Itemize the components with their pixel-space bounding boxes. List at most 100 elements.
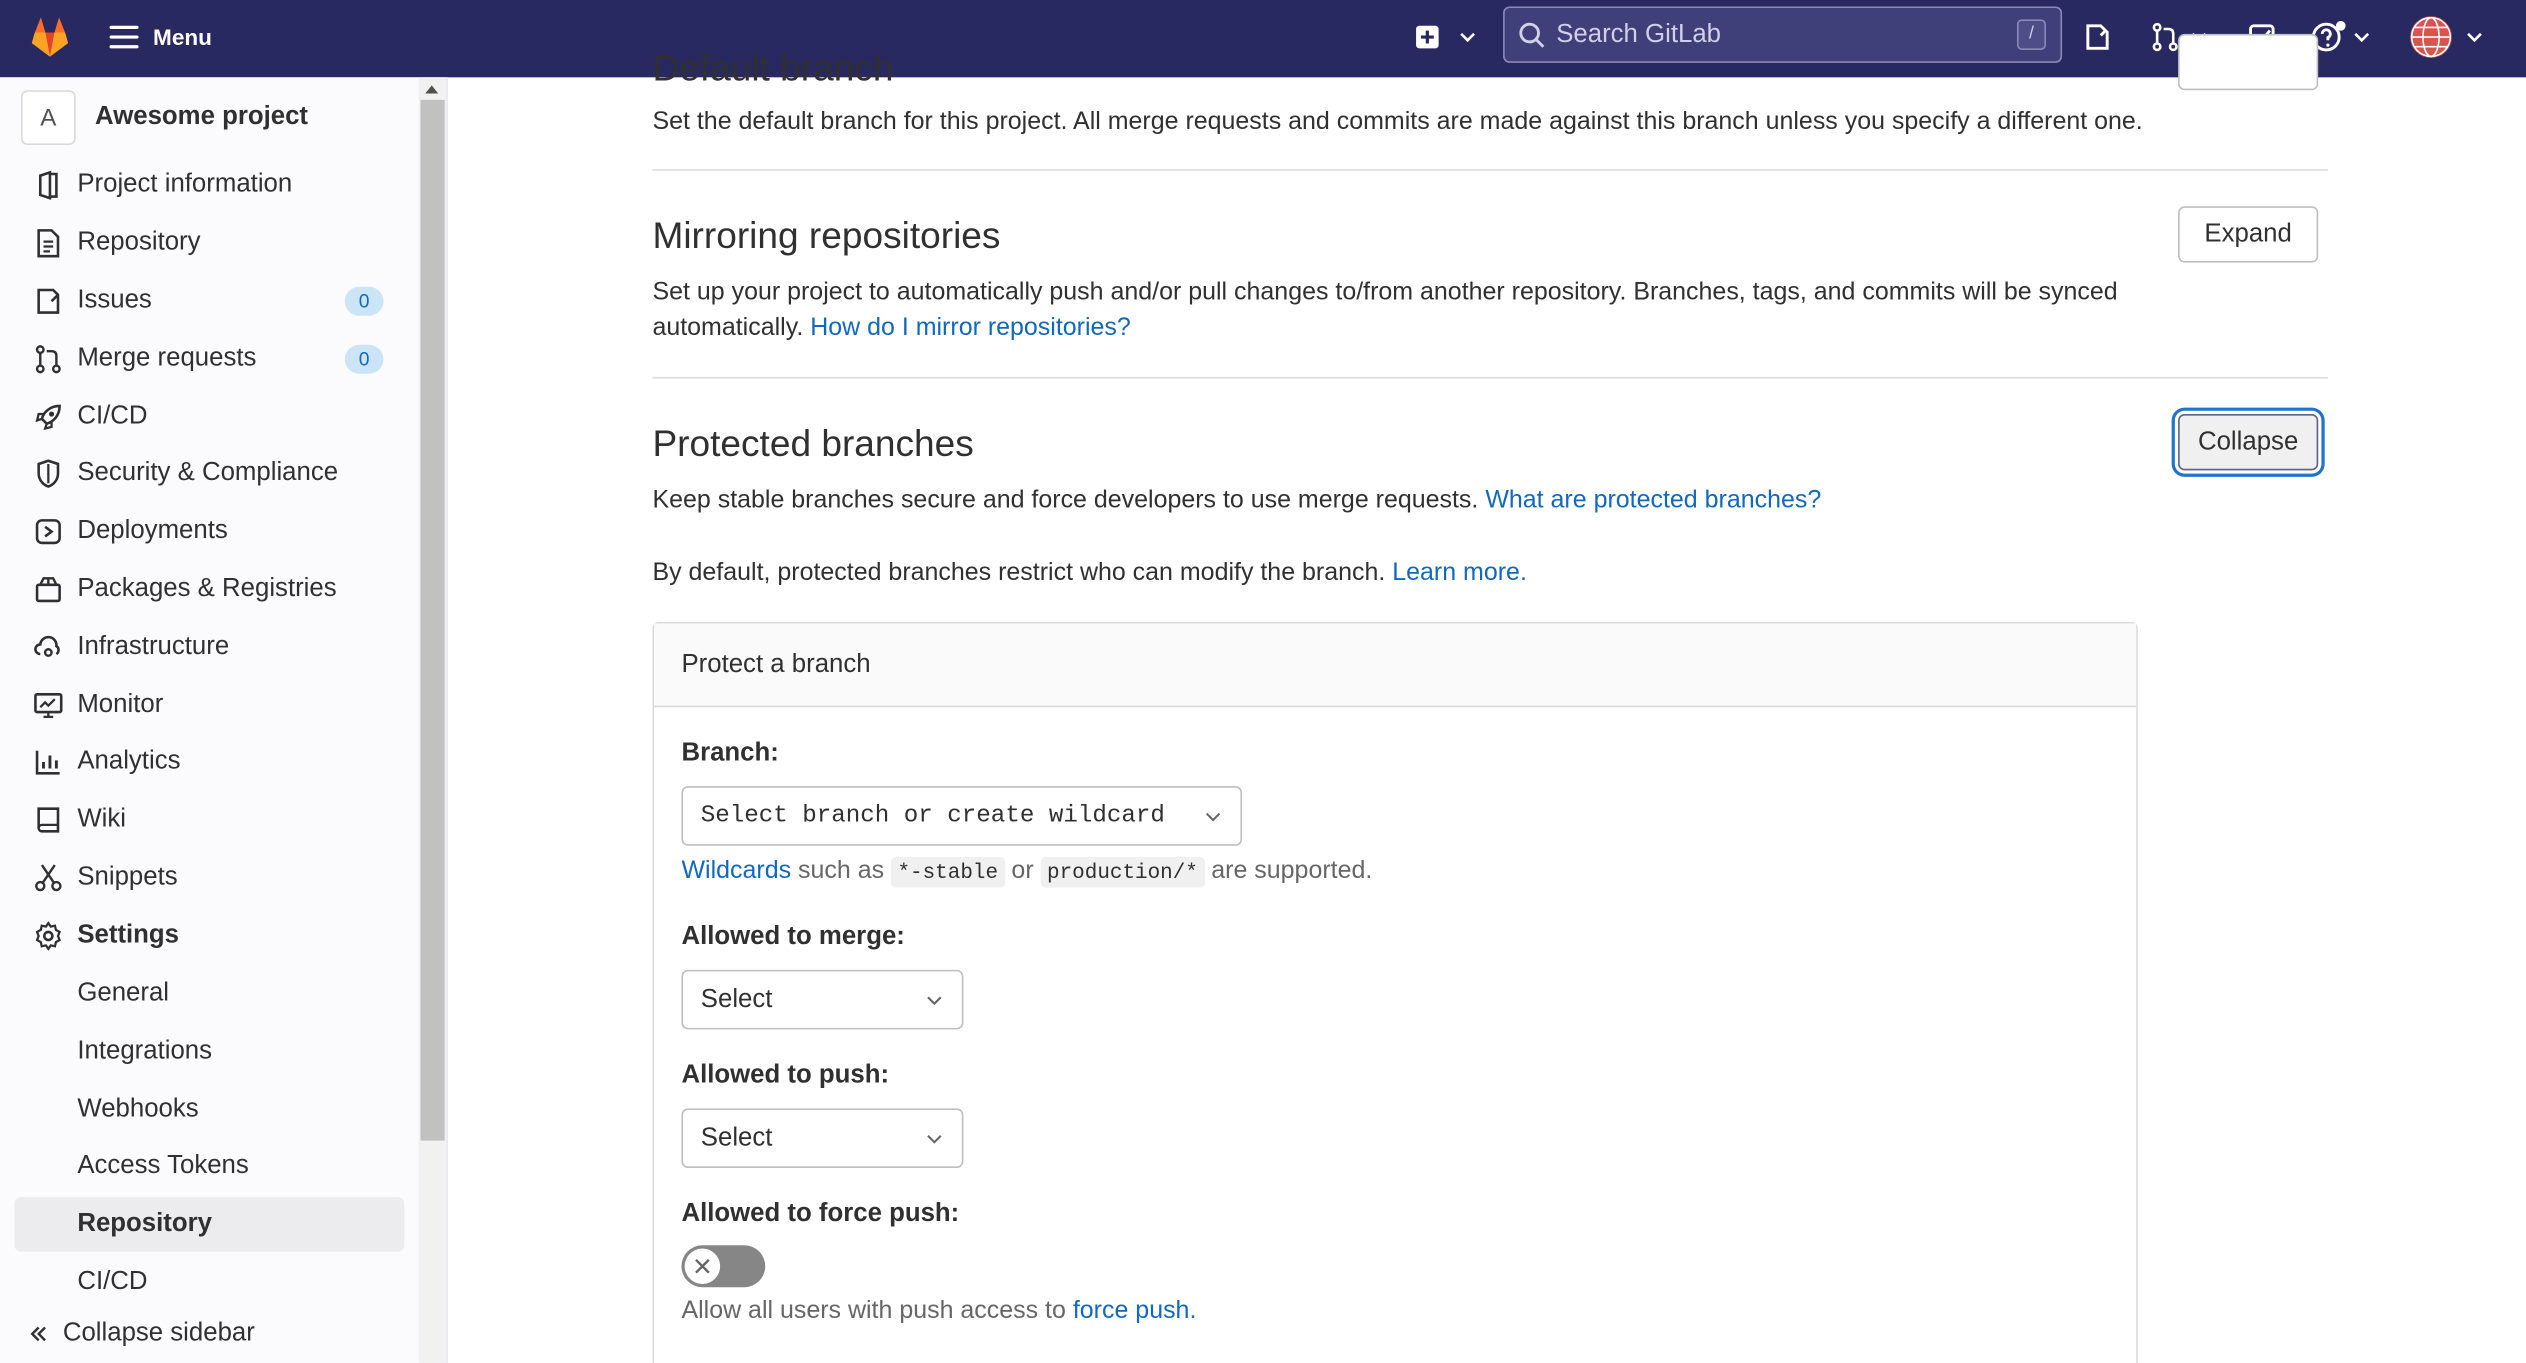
learn-more-link[interactable]: Learn more. [1392,559,1527,586]
default-branch-expand-button[interactable] [2178,33,2319,91]
book-icon [34,806,63,835]
sidebar-subitem-access-tokens[interactable]: Access Tokens [14,1139,404,1194]
merge-requests-icon [2152,22,2178,52]
scroll-up-arrow-icon[interactable] [425,85,439,94]
branch-label: Branch: [681,739,779,767]
sidebar-item-monitor[interactable]: Monitor [14,678,404,733]
sidebar-item-packages[interactable]: Packages & Registries [14,562,404,617]
chevron-down-icon [1460,32,1475,43]
project-info-icon [34,170,63,200]
collapse-sidebar-button[interactable]: Collapse sidebar [29,1319,255,1348]
deployments-icon [34,517,63,546]
rocket-icon [34,403,63,432]
sidebar-item-project-information[interactable]: Project information [14,158,404,213]
toggle-knob [684,1248,721,1284]
hamburger-icon [109,25,139,49]
sidebar-item-analytics[interactable]: Analytics [14,735,404,790]
section-divider [652,376,2328,379]
project-name: Awesome project [95,103,309,131]
branch-select[interactable]: Select branch or create wildcard [681,786,1243,846]
protect-branch-card: Protect a branch Branch: Select branch o… [652,621,2138,1363]
top-navbar: Menu Search GitLab / [0,0,2526,78]
allowed-to-push-select[interactable]: Select [681,1108,964,1168]
issues-icon [34,287,63,316]
project-sidebar: A Awesome project Project information Re… [0,77,448,1363]
main-content: Default branch Set the default branch fo… [448,33,2526,1363]
sidebar-item-label: Security & Compliance [77,459,339,487]
help-dropdown[interactable] [2311,19,2372,54]
sidebar-item-security[interactable]: Security & Compliance [14,446,404,501]
collapse-sidebar-label: Collapse sidebar [62,1319,255,1347]
default-branch-title: Default branch [652,46,894,89]
sidebar-item-settings[interactable]: Settings [14,909,404,964]
issues-icon [2086,24,2109,50]
merge-select-value: Select [700,985,773,1013]
new-item-dropdown[interactable] [1414,19,1477,54]
protected-text: Keep stable branches secure and force de… [652,486,1479,514]
sidebar-item-label: Repository [77,228,201,257]
search-icon [1519,21,1545,47]
sidebar-item-wiki[interactable]: Wiki [14,793,404,848]
protected-default-note: By default, protected branches restrict … [652,556,1526,591]
protected-branches-description: Keep stable branches secure and force de… [652,483,1821,518]
search-shortcut-hint: / [2016,19,2046,50]
sidebar-item-issues[interactable]: Issues 0 [14,274,404,329]
allowed-to-merge-select[interactable]: Select [681,969,964,1030]
search-placeholder: Search GitLab [1556,20,1722,48]
force-push-toggle[interactable] [681,1245,766,1288]
mirroring-help-link[interactable]: How do I mirror repositories? [810,314,1131,341]
mirroring-expand-button[interactable]: Expand [2178,206,2319,263]
sidebar-item-merge-requests[interactable]: Merge requests 0 [14,332,404,387]
sidebar-item-label: Analytics [77,747,181,775]
sidebar-item-ci-cd[interactable]: CI/CD [14,390,404,445]
gitlab-logo-icon[interactable] [26,13,74,61]
search-input[interactable]: Search GitLab / [1503,6,2063,63]
sidebar-subitem-integrations[interactable]: Integrations [14,1025,404,1080]
sidebar-subitem-ci-cd[interactable]: CI/CD [14,1255,404,1310]
wildcard-example-production: production/* [1040,857,1205,888]
sidebar-item-deployments[interactable]: Deployments [14,504,404,559]
wildcard-example-stable: *-stable [891,857,1005,888]
monitor-icon [34,691,63,720]
plus-square-icon [1416,25,1439,49]
wildcards-link[interactable]: Wildcards [681,857,791,884]
sidebar-item-infrastructure[interactable]: Infrastructure [14,620,404,675]
repository-doc-icon [34,229,63,258]
sidebar-scrollbar[interactable] [418,77,447,1363]
scrollbar-thumb[interactable] [420,99,445,1141]
chevron-down-icon [2354,32,2370,43]
sidebar-subitem-repository[interactable]: Repository [14,1196,405,1252]
double-chevron-left-icon [30,1326,46,1342]
merge-requests-count-badge: 0 [344,344,384,374]
sidebar-subitem-general[interactable]: General [14,967,404,1022]
sidebar-subitem-webhooks[interactable]: Webhooks [14,1083,404,1138]
protected-branches-title: Protected branches [652,422,974,464]
user-menu[interactable] [2410,14,2484,59]
sidebar-item-snippets[interactable]: Snippets [14,851,404,906]
sidebar-item-repository[interactable]: Repository [14,216,404,271]
gear-icon [34,921,63,951]
mirroring-title: Mirroring repositories [652,214,1001,257]
close-icon [695,1258,710,1274]
force-push-help-text: Allow all users with push access to [681,1296,1066,1325]
issues-count-badge: 0 [344,286,384,316]
protect-branch-header: Protect a branch [654,623,2137,708]
menu-button[interactable]: Menu [109,18,212,57]
scissors-icon [34,863,63,892]
protected-branches-collapse-button[interactable]: Collapse [2178,414,2319,471]
sidebar-item-label: Deployments [77,517,228,545]
project-header[interactable]: A Awesome project [20,90,309,145]
default-branch-description: Set the default branch for this project.… [652,107,2143,136]
protected-help-link[interactable]: What are protected branches? [1485,487,1821,514]
sidebar-item-label: Settings [77,921,180,949]
merge-request-icon [34,345,63,374]
sidebar-item-label: Packages & Registries [77,575,337,603]
chevron-down-icon [927,996,942,1006]
user-avatar-icon [2410,16,2452,58]
protected-default-text: By default, protected branches restrict … [652,559,1386,587]
force-push-link[interactable]: force push. [1073,1297,1197,1324]
section-divider [652,169,2328,171]
sidebar-item-label: Issues [77,286,152,315]
force-push-help: Allow all users with push access to forc… [681,1297,1196,1326]
issues-shortcut[interactable] [2083,19,2112,54]
